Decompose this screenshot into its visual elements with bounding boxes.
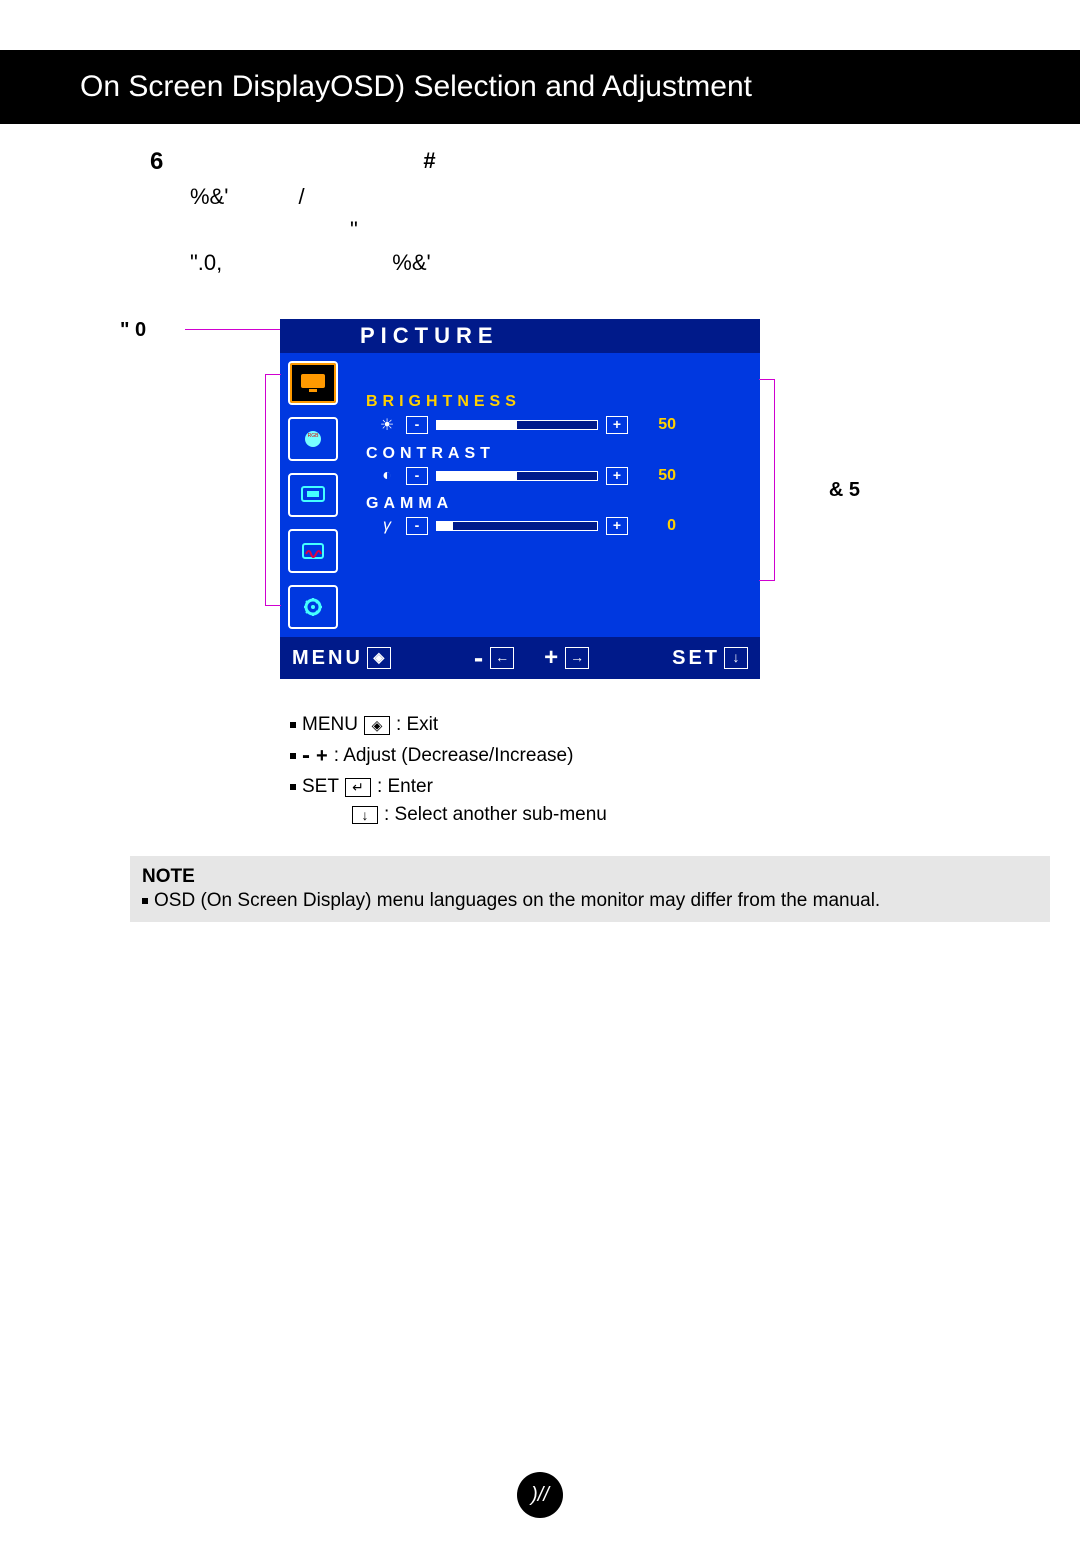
- plus-icon[interactable]: +: [606, 467, 628, 485]
- instruction-block: 6 # %&' / " ".0, %&': [150, 144, 1020, 279]
- brightness-label: BRIGHTNESS: [366, 393, 745, 411]
- menu-button[interactable]: MENU: [292, 647, 363, 670]
- legend-menu-label: MENU: [302, 714, 358, 736]
- gamma-bar[interactable]: [436, 521, 598, 531]
- osd-main: BRIGHTNESS ☀ - + 50 CONTRAST ◐ -: [356, 353, 760, 637]
- legend-adjust-desc: : Adjust (Decrease/Increase): [334, 745, 574, 767]
- gamma-row[interactable]: γ - + 0: [376, 517, 745, 535]
- brightness-value: 50: [636, 416, 676, 434]
- osd-title: PICTURE: [280, 319, 760, 353]
- set-button[interactable]: SET: [672, 647, 720, 670]
- bullet-icon: [290, 722, 296, 728]
- picture-icon[interactable]: [288, 361, 338, 405]
- bullet-icon: [142, 898, 148, 904]
- instr-l4b: %&': [392, 246, 430, 279]
- plus-icon: +: [316, 745, 328, 768]
- brightness-bar[interactable]: [436, 420, 598, 430]
- osd-wrapper: & 5 PICTURE RGB: [280, 319, 760, 679]
- gamma-icon: γ: [376, 517, 398, 535]
- annotation-line: [185, 329, 280, 330]
- plus-button[interactable]: +: [544, 644, 561, 672]
- legend-down-desc: : Select another sub-menu: [384, 804, 607, 826]
- svg-text:RGB: RGB: [308, 433, 320, 439]
- annotation-bracket-right: [759, 379, 775, 581]
- legend-menu-desc: : Exit: [396, 714, 438, 736]
- main-menu-label: " 0: [120, 319, 146, 342]
- legend-set: SET ↵ : Enter: [290, 776, 1020, 798]
- minus-icon: -: [302, 742, 310, 770]
- plus-icon[interactable]: +: [606, 416, 628, 434]
- osd-footer: MENU◈ -← +→ SET↓: [280, 637, 760, 679]
- instr-l1b: #: [423, 144, 435, 180]
- page-header: On Screen DisplayOSD) Selection and Adju…: [0, 50, 1080, 124]
- instr-l2a: %&': [190, 180, 228, 213]
- plus-icon[interactable]: +: [606, 517, 628, 535]
- setup-icon[interactable]: [288, 585, 338, 629]
- menu-key-icon: ◈: [364, 716, 390, 735]
- brightness-icon: ☀: [376, 415, 398, 435]
- minus-icon[interactable]: -: [406, 467, 428, 485]
- annotation-bracket-left: [265, 374, 281, 606]
- bullet-icon: [290, 753, 296, 759]
- note-title: NOTE: [142, 866, 1038, 888]
- contrast-icon: ◐: [376, 467, 398, 485]
- contrast-row[interactable]: ◐ - + 50: [376, 467, 745, 485]
- down-key-icon: ↓: [352, 806, 378, 824]
- instr-l4a: ".0,: [190, 246, 222, 279]
- osd-body: RGB BRIGHTNESS: [280, 353, 760, 637]
- enter-key-icon: ↵: [345, 778, 371, 797]
- legend-set-label: SET: [302, 776, 339, 798]
- legend: MENU ◈ : Exit - + : Adjust (Decrease/Inc…: [290, 714, 1020, 826]
- instr-l2b: /: [298, 180, 304, 213]
- contrast-label: CONTRAST: [366, 445, 745, 463]
- contrast-value: 50: [636, 467, 676, 485]
- screen-icon[interactable]: [288, 473, 338, 517]
- gamma-label: GAMMA: [366, 495, 745, 513]
- osd-sidebar: RGB: [280, 353, 356, 637]
- note-body: OSD (On Screen Display) menu languages o…: [154, 890, 880, 912]
- menu-key-icon: ◈: [367, 647, 391, 669]
- page-title: On Screen DisplayOSD) Selection and Adju…: [80, 70, 752, 103]
- minus-icon[interactable]: -: [406, 517, 428, 535]
- legend-menu: MENU ◈ : Exit: [290, 714, 1020, 736]
- minus-icon[interactable]: -: [406, 416, 428, 434]
- bullet-icon: [290, 784, 296, 790]
- minus-button[interactable]: -: [474, 642, 486, 674]
- osd-panel: PICTURE RGB: [280, 319, 760, 679]
- legend-adjust: - + : Adjust (Decrease/Increase): [290, 742, 1020, 770]
- contrast-bar[interactable]: [436, 471, 598, 481]
- legend-down: ↓ : Select another sub-menu: [290, 804, 1020, 826]
- brightness-row[interactable]: ☀ - + 50: [376, 415, 745, 435]
- gamma-value: 0: [636, 517, 676, 535]
- right-key-icon: →: [565, 647, 589, 669]
- content-area: 6 # %&' / " ".0, %&' " 0 & 5 PICTURE: [0, 124, 1080, 922]
- down-key-icon: ↓: [724, 647, 748, 669]
- page-number: )//: [517, 1472, 563, 1518]
- note-box: NOTE OSD (On Screen Display) menu langua…: [130, 856, 1050, 922]
- left-key-icon: ←: [490, 647, 514, 669]
- color-icon[interactable]: RGB: [288, 417, 338, 461]
- instr-l1a: 6: [150, 144, 163, 180]
- legend-set-desc: : Enter: [377, 776, 433, 798]
- instr-l3: ": [350, 217, 358, 242]
- sub-menu-label: & 5: [829, 479, 860, 502]
- function-icon[interactable]: [288, 529, 338, 573]
